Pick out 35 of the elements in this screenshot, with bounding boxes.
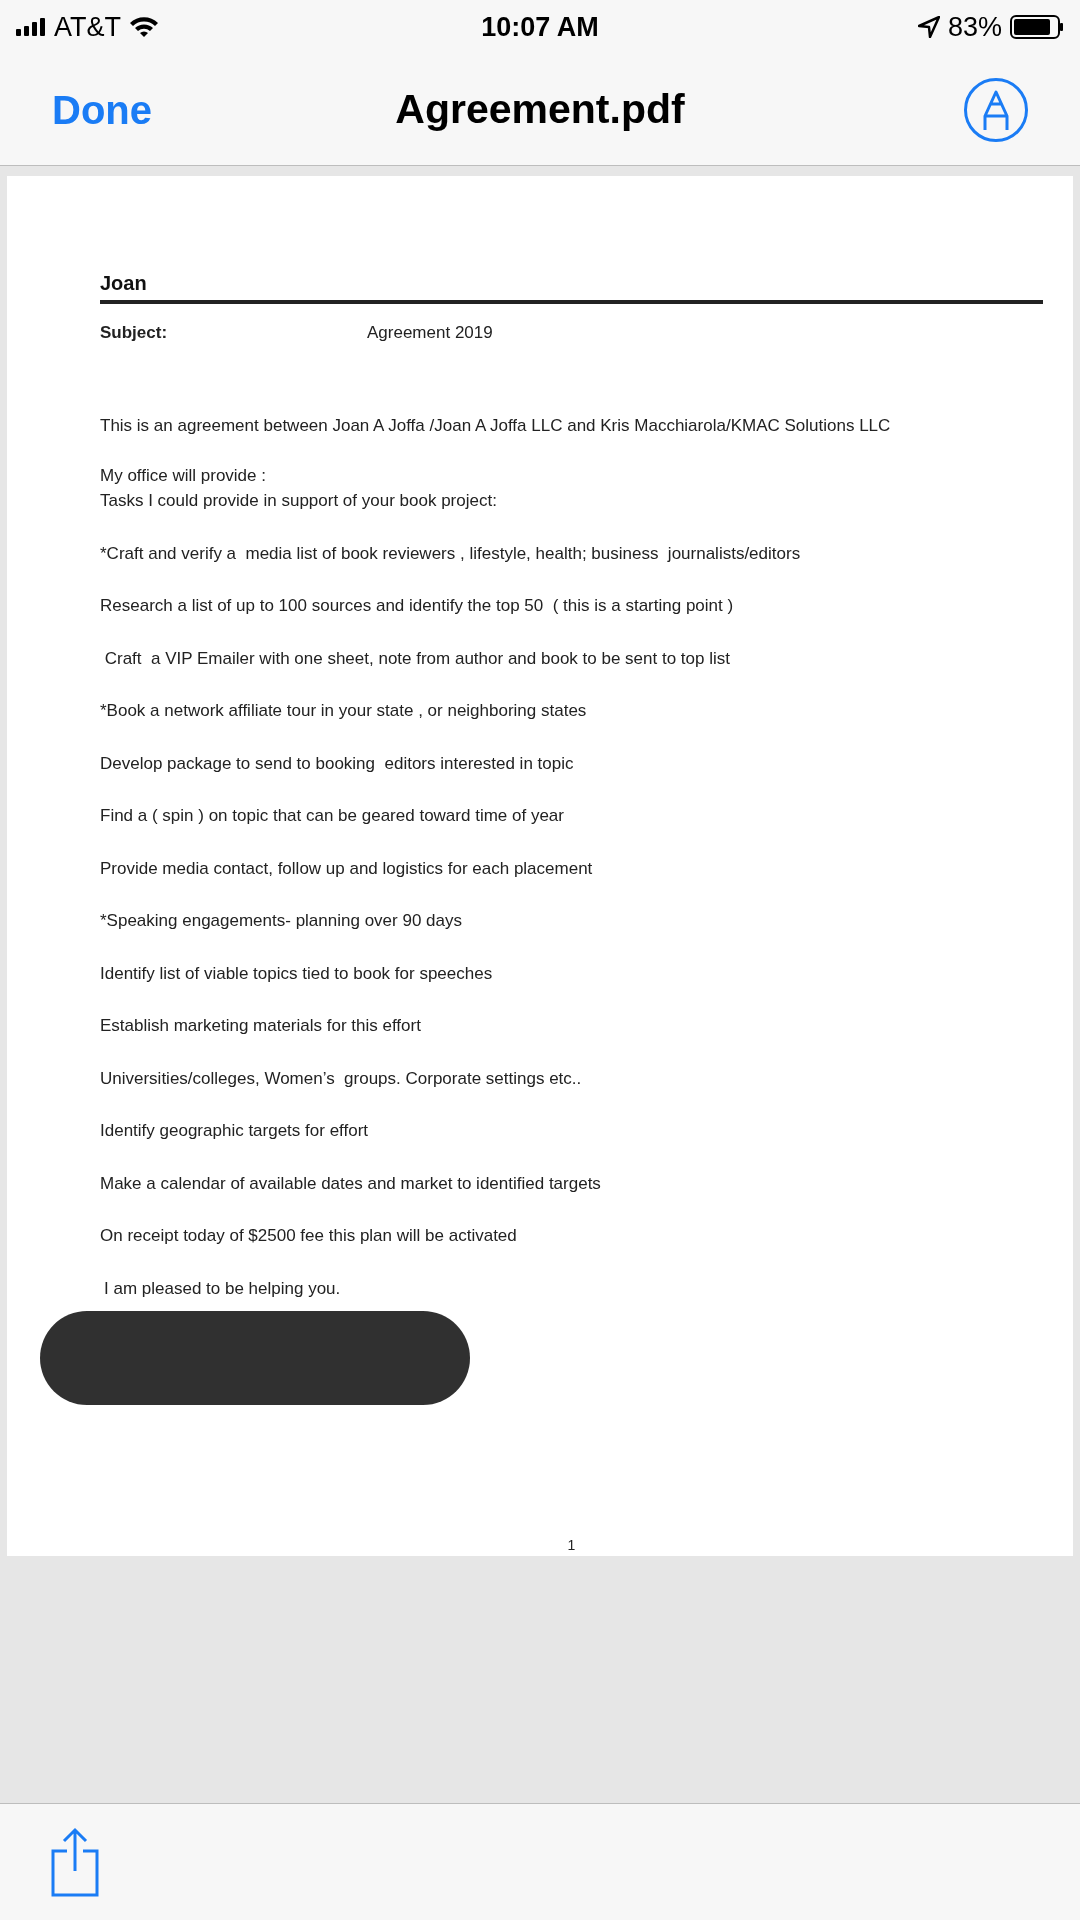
document-line: Provide media contact, follow up and logistics for each placement (100, 857, 594, 880)
subject-text: Agreement 2019 (367, 321, 493, 344)
document-title: Agreement.pdf (395, 84, 685, 134)
pen-tip-icon (981, 89, 1011, 130)
battery-icon (1010, 15, 1064, 39)
page-number: 1 (567, 1536, 576, 1555)
document-line: Make a calendar of available dates and market to identified targets (100, 1172, 602, 1195)
document-line: Establish marketing materials for this effort (100, 1015, 422, 1038)
document-line: Identify geographic targets for effort (100, 1120, 370, 1143)
document-line: Develop package to send to booking editors interested in topic (100, 752, 575, 775)
subject-label: Subject: (100, 321, 169, 344)
document-line: My office will provide : (100, 464, 267, 487)
document-line: On receipt today of $2500 fee this plan will be activated (100, 1225, 518, 1248)
document-line: Craft a VIP Emailer with one sheet, note from author and book to be sent to top list (103, 647, 731, 670)
markup-button[interactable] (964, 77, 1028, 142)
closing-line: I am pleased to be helping you. (103, 1277, 342, 1300)
clock-time: 10:07 AM (481, 10, 599, 44)
wifi-icon (129, 16, 159, 38)
share-icon (50, 1827, 100, 1897)
document-line: Universities/colleges, Women’s groups. Corporate settings etc.. (100, 1067, 583, 1090)
battery-percent: 83% (947, 10, 1002, 44)
carrier-name: AT&T (54, 10, 121, 44)
document-line: *Speaking engagements- planning over 90 days (100, 910, 463, 933)
signal-icon (16, 18, 46, 36)
document-line: Tasks I could provide in support of your book project: (100, 490, 498, 513)
done-button[interactable]: Done (52, 79, 152, 140)
document-line: Identify list of viable topics tied to book for speeches (100, 962, 494, 985)
location-arrow-icon (917, 16, 940, 38)
document-line: *Craft and verify a media list of book reviewers , lifestyle, health; business journalists/editors (100, 542, 802, 565)
share-button[interactable] (50, 1827, 100, 1897)
document-line: Find a ( spin ) on topic that can be geared toward time of year (100, 805, 565, 828)
intro-paragraph: This is an agreement between Joan A Joffa /Joan A Joffa LLC and Kris Macchiarola/KMAC Solutions LLC (100, 415, 892, 438)
document-header: Joan (100, 271, 148, 296)
document-line: Research a list of up to 100 sources and identify the top 50 ( this is a starting point ) (100, 595, 735, 618)
document-line: *Book a network affiliate tour in your state , or neighboring states (100, 700, 588, 723)
